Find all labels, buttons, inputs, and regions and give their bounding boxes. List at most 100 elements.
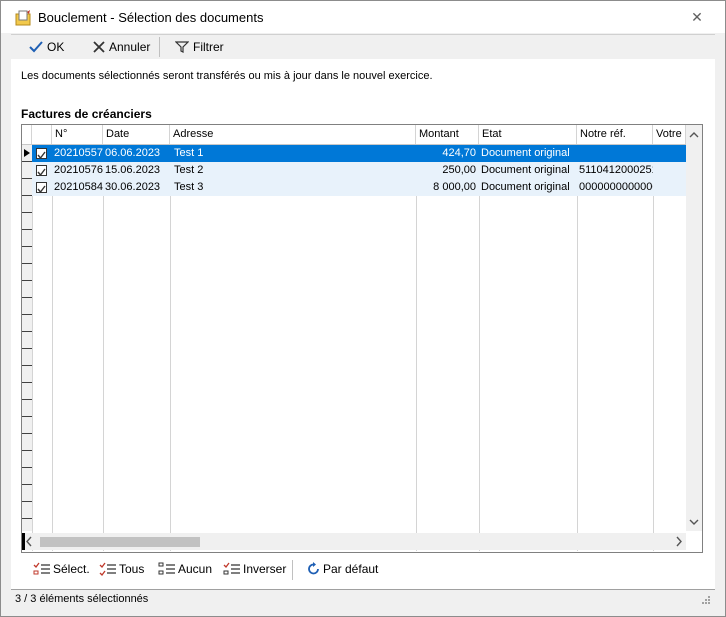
bottom-separator bbox=[292, 560, 293, 580]
cell-notre-ref bbox=[577, 145, 653, 162]
checkmark-icon bbox=[37, 168, 46, 177]
grid-corner-marker bbox=[22, 533, 25, 550]
col-divider bbox=[52, 145, 53, 551]
row-indicator bbox=[22, 451, 32, 468]
list-invert-icon bbox=[223, 562, 240, 575]
default-button[interactable]: Par défaut bbox=[307, 560, 378, 578]
col-divider bbox=[416, 145, 417, 551]
status-bar: 3 / 3 éléments sélectionnés bbox=[11, 589, 715, 609]
none-button[interactable]: Aucun bbox=[158, 560, 212, 578]
select-label: Sélect. bbox=[53, 562, 90, 576]
cell-no: 20210557 bbox=[54, 147, 103, 159]
all-label: Tous bbox=[119, 562, 145, 576]
row-checkbox[interactable] bbox=[36, 165, 47, 177]
row-indicator bbox=[22, 417, 32, 434]
row-indicator[interactable] bbox=[22, 162, 32, 179]
header-notre-ref[interactable]: Notre réf. bbox=[577, 125, 653, 144]
filter-label: Filtrer bbox=[193, 40, 224, 54]
horizontal-scrollbar[interactable] bbox=[22, 533, 686, 550]
header-montant[interactable]: Montant bbox=[416, 125, 479, 144]
header-no[interactable]: N° bbox=[52, 125, 103, 144]
cell-etat: Document original bbox=[481, 147, 570, 159]
row-indicator[interactable] bbox=[22, 145, 32, 162]
toolbar: OK Annuler Filtrer bbox=[11, 34, 715, 60]
cell-adresse: Test 1 bbox=[174, 147, 204, 159]
content-panel: Les documents sélectionnés seront transf… bbox=[11, 59, 715, 589]
resize-grip-icon[interactable] bbox=[701, 595, 711, 605]
header-etat[interactable]: Etat bbox=[479, 125, 577, 144]
check-icon bbox=[29, 41, 43, 53]
row-indicator bbox=[22, 298, 32, 315]
row-checkbox[interactable] bbox=[36, 148, 47, 160]
close-icon[interactable]: ✕ bbox=[689, 9, 705, 25]
horizontal-scroll-thumb[interactable] bbox=[40, 537, 200, 547]
documents-grid[interactable]: N° Date Adresse Montant Etat Notre réf. … bbox=[21, 124, 703, 553]
scroll-up-icon[interactable] bbox=[686, 128, 702, 142]
ok-button[interactable]: OK bbox=[29, 38, 64, 56]
table-row[interactable]: 20210557 06.06.2023 Test 1 424,70 Docume… bbox=[32, 145, 702, 162]
cancel-button[interactable]: Annuler bbox=[93, 38, 150, 56]
row-indicator bbox=[22, 468, 32, 485]
cell-etat: Document original bbox=[481, 181, 570, 193]
reset-icon bbox=[308, 562, 319, 575]
cancel-label: Annuler bbox=[109, 40, 151, 54]
row-indicator bbox=[22, 332, 32, 349]
header-indicator bbox=[22, 125, 32, 144]
row-indicator bbox=[22, 383, 32, 400]
row-checkbox[interactable] bbox=[36, 182, 47, 194]
row-indicator[interactable] bbox=[22, 179, 32, 196]
row-indicator bbox=[22, 281, 32, 298]
row-indicator bbox=[22, 196, 32, 213]
cell-etat: Document original bbox=[481, 164, 570, 176]
row-indicator bbox=[22, 502, 32, 519]
list-none-icon bbox=[158, 562, 175, 575]
filter-icon bbox=[175, 41, 189, 53]
info-text: Les documents sélectionnés seront transf… bbox=[21, 70, 433, 82]
vertical-scrollbar[interactable] bbox=[686, 125, 702, 531]
col-divider bbox=[479, 145, 480, 551]
row-indicator bbox=[22, 400, 32, 417]
window-title: Bouclement - Sélection des documents bbox=[38, 10, 264, 25]
row-indicator bbox=[22, 366, 32, 383]
table-row[interactable]: 20210584 30.06.2023 Test 3 8 000,00 Docu… bbox=[32, 179, 702, 196]
header-adresse[interactable]: Adresse bbox=[170, 125, 416, 144]
cell-notre-ref: 0000000000000 bbox=[579, 181, 653, 193]
list-check-icon bbox=[33, 562, 50, 575]
toolbar-separator bbox=[159, 37, 160, 57]
invert-button[interactable]: Inverser bbox=[223, 560, 286, 578]
header-votre-ref[interactable]: Votre r bbox=[653, 125, 686, 144]
cell-adresse: Test 3 bbox=[174, 181, 204, 193]
scroll-down-icon[interactable] bbox=[686, 515, 702, 529]
select-button[interactable]: Sélect. bbox=[33, 560, 90, 578]
col-divider bbox=[577, 145, 578, 551]
invert-label: Inverser bbox=[243, 562, 287, 576]
row-indicator bbox=[22, 213, 32, 230]
header-date[interactable]: Date bbox=[103, 125, 170, 144]
cell-montant: 8 000,00 bbox=[433, 181, 476, 193]
cell-adresse: Test 2 bbox=[174, 164, 204, 176]
cell-montant: 424,70 bbox=[442, 147, 476, 159]
current-row-arrow-icon bbox=[24, 149, 30, 157]
col-divider bbox=[103, 145, 104, 551]
checkmark-icon bbox=[37, 185, 46, 194]
row-indicator bbox=[22, 485, 32, 502]
none-label: Aucun bbox=[178, 562, 213, 576]
row-indicator bbox=[22, 349, 32, 366]
row-indicator bbox=[22, 434, 32, 451]
row-indicator bbox=[22, 230, 32, 247]
header-check[interactable] bbox=[32, 125, 52, 144]
checkmark-icon bbox=[37, 151, 46, 160]
cell-notre-ref: 5110412000251 bbox=[579, 164, 653, 176]
all-button[interactable]: Tous bbox=[99, 560, 144, 578]
scroll-right-icon[interactable] bbox=[672, 533, 686, 550]
row-indicator bbox=[22, 264, 32, 281]
filter-button[interactable]: Filtrer bbox=[175, 38, 224, 56]
row-indicator-column bbox=[22, 145, 32, 531]
ok-label: OK bbox=[47, 40, 65, 54]
cell-date: 30.06.2023 bbox=[105, 181, 161, 193]
table-row[interactable]: 20210576 15.06.2023 Test 2 250,00 Docume… bbox=[32, 162, 702, 179]
selection-toolbar: Sélect. Tous Aucun Inverser Par défaut bbox=[21, 556, 705, 582]
grid-header: N° Date Adresse Montant Etat Notre réf. … bbox=[22, 125, 702, 145]
cell-date: 15.06.2023 bbox=[105, 164, 161, 176]
document-folder-icon bbox=[15, 10, 31, 26]
